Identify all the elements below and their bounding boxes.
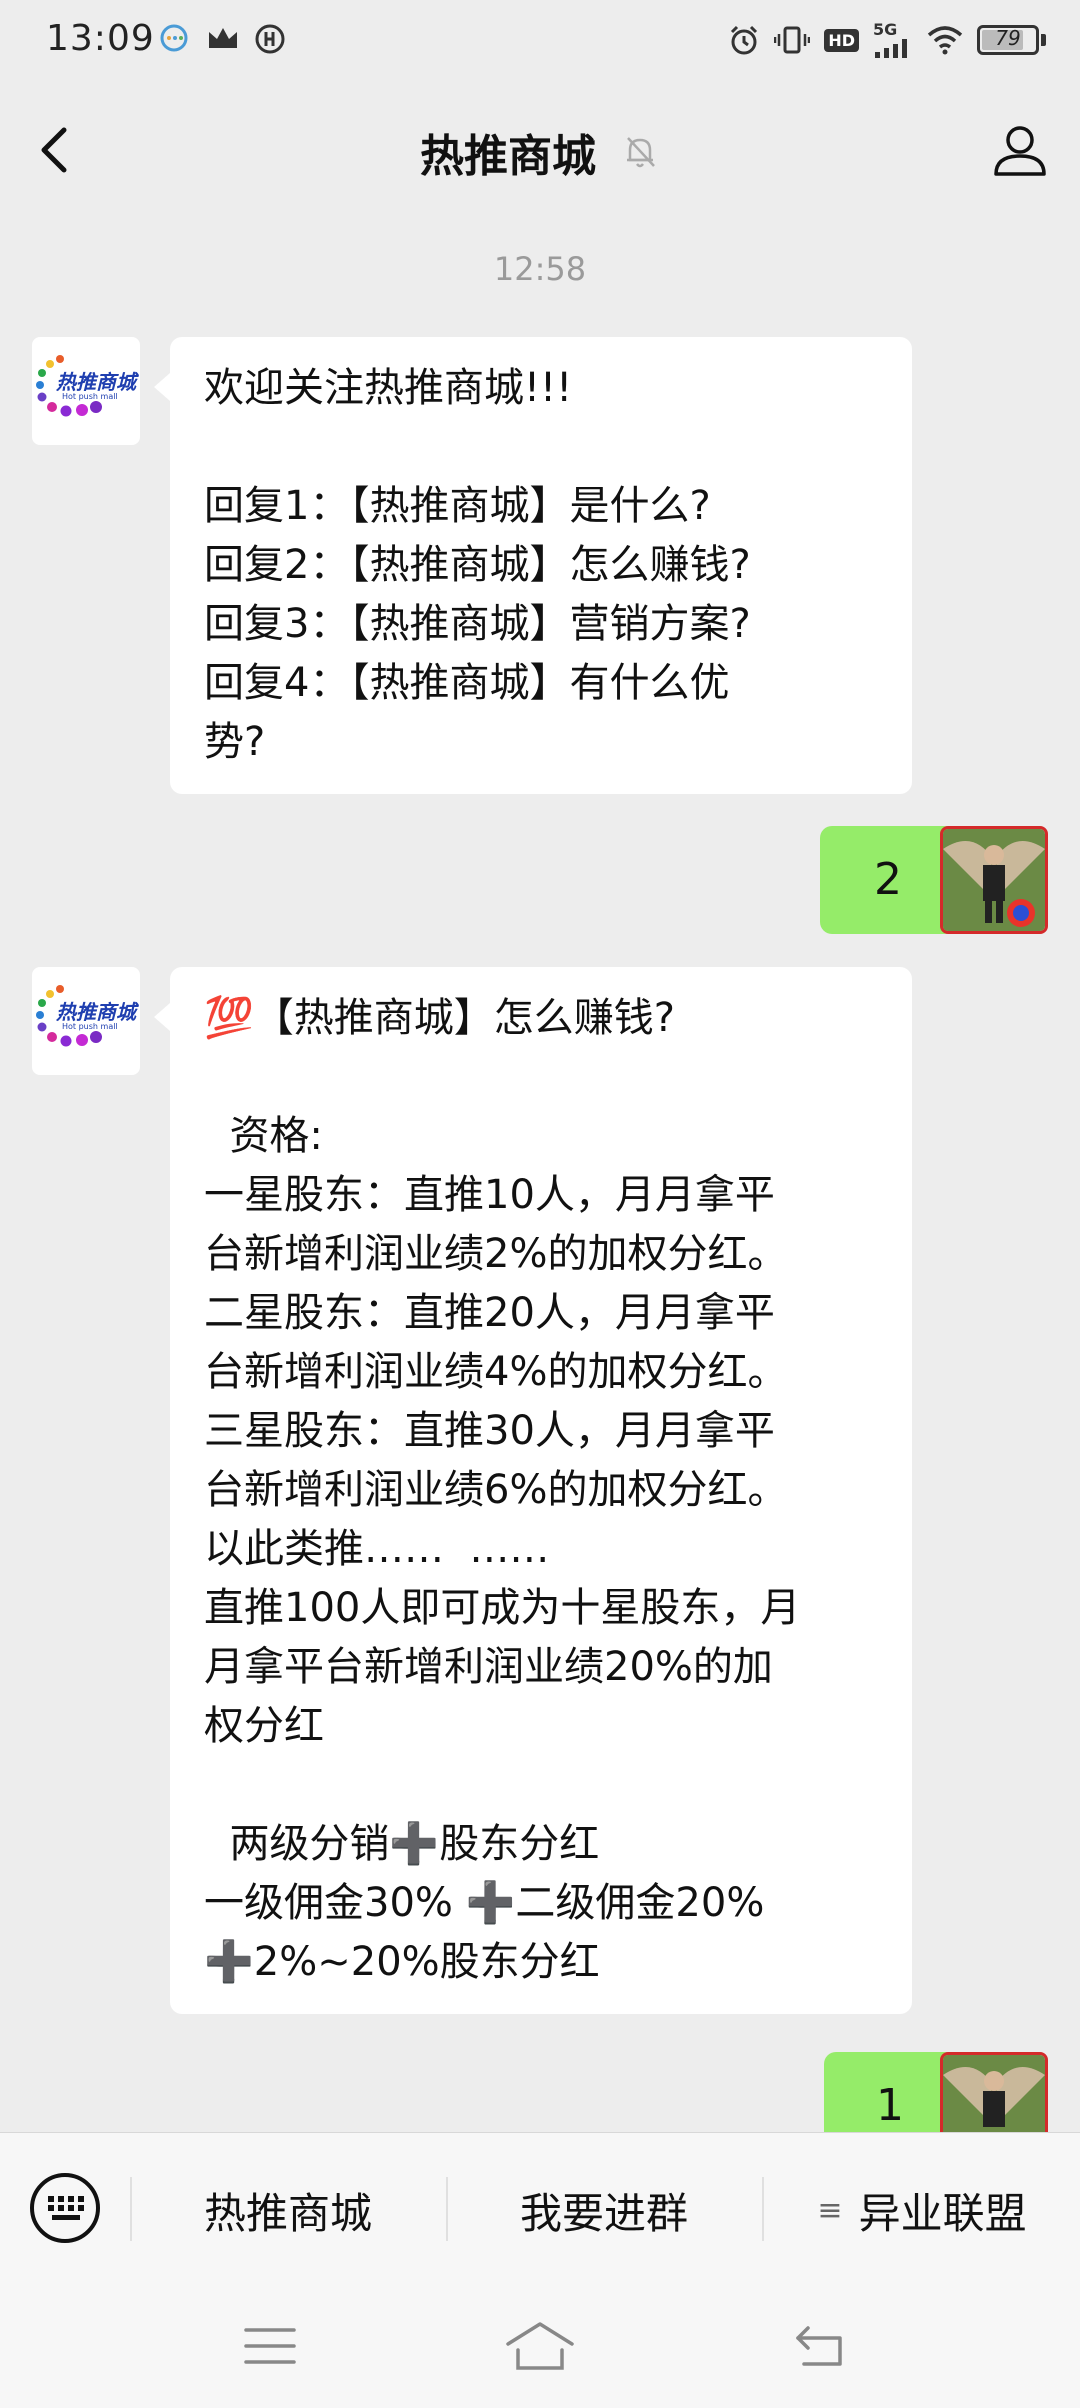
message-line: 以此类推…… …… <box>204 1526 550 1572</box>
back-icon[interactable] <box>790 2318 850 2374</box>
message-line: 权分红 <box>204 1703 324 1749</box>
submenu-icon: ≡ <box>817 2192 843 2228</box>
crown-icon <box>209 28 237 48</box>
menu-icon[interactable] <box>240 2318 300 2374</box>
logo-text: 热推商城 <box>55 370 139 394</box>
message-line: 月拿平台新增利润业绩20%的加 <box>204 1644 773 1690</box>
message-text: 1 <box>876 2080 904 2131</box>
message-line <box>204 1048 878 1107</box>
menu-item-label: 热推商城 <box>203 2188 372 2238</box>
chat-header: 热推商城 <box>0 84 1080 214</box>
message-line: ➕2%~20%股东分红 <box>204 1939 600 1985</box>
message-line: 直推100人即可成为十星股东，月 <box>204 1585 801 1631</box>
message-line <box>204 1756 878 1815</box>
logo-subtext: Hot push mall <box>62 1022 118 1031</box>
network-type: 5G <box>873 20 898 39</box>
message-line: 一星股东：直推10人，月月拿平 <box>204 1172 775 1218</box>
message-line: 台新增利润业绩4%的加权分红。 <box>204 1349 788 1395</box>
message-line: 三星股东：直推30人，月月拿平 <box>204 1408 775 1454</box>
user-avatar[interactable] <box>940 826 1048 934</box>
message-line: 💯【热推商城】怎么赚钱? <box>204 995 676 1041</box>
message-bubble[interactable]: 欢迎关注热推商城!!! 回复1：【热推商城】是什么? 回复2：【热推商城】怎么赚… <box>154 337 912 794</box>
chat-notification-icon <box>160 24 188 52</box>
vibrate-icon <box>774 26 811 54</box>
page-title: 热推商城 <box>420 131 596 182</box>
message-line: 回复4：【热推商城】有什么优 <box>204 660 730 706</box>
message-line: 台新增利润业绩2%的加权分红。 <box>204 1231 788 1277</box>
account-avatar[interactable]: 热推商城 Hot push mall <box>32 967 140 1075</box>
message-line: 回复2：【热推商城】怎么赚钱? <box>204 542 751 588</box>
message-timestamp: 12:58 <box>493 250 587 288</box>
hd-badge: HD <box>824 28 859 52</box>
alarm-icon <box>731 25 758 55</box>
message-line <box>204 418 878 477</box>
wifi-icon <box>927 26 963 55</box>
person-icon[interactable] <box>990 120 1050 180</box>
logo-text: 热推商城 <box>55 1000 139 1024</box>
keyboard-icon[interactable] <box>28 2171 102 2245</box>
message-line: 二星股东：直推20人，月月拿平 <box>204 1290 775 1336</box>
message-line: 资格: <box>204 1113 323 1159</box>
menu-item-label: 异业联盟 <box>858 2188 1027 2238</box>
menu-item-hot-mall[interactable]: 热推商城 <box>132 2133 444 2287</box>
battery-icon: 79 <box>977 25 1046 55</box>
message-line: 回复3：【热推商城】营销方案? <box>204 601 751 647</box>
status-time: 13:09 <box>46 18 155 59</box>
user-message-bubble[interactable]: 2 <box>820 826 972 934</box>
message-line: 欢迎关注热推商城!!! <box>204 365 573 411</box>
message-line: 两级分销➕股东分红 <box>204 1821 600 1867</box>
menu-item-label: 我要进群 <box>519 2188 688 2238</box>
system-nav-bar <box>0 2286 1080 2408</box>
official-account-menu: 热推商城 我要进群 ≡ 异业联盟 <box>0 2132 1080 2287</box>
signal-icon: 5G <box>873 22 913 58</box>
account-avatar[interactable]: 热推商城 Hot push mall <box>32 337 140 445</box>
user-message-bubble[interactable]: 1 <box>824 2052 972 2132</box>
battery-level: 79 <box>995 26 1021 50</box>
menu-item-alliance[interactable]: ≡ 异业联盟 <box>764 2133 1080 2287</box>
message-line: 势? <box>204 719 266 765</box>
message-text: 2 <box>874 854 902 905</box>
logo-subtext: Hot push mall <box>62 392 118 401</box>
home-icon[interactable] <box>504 2318 576 2374</box>
app-status-icon <box>255 24 285 54</box>
status-bar: 13:09 HD 5G 79 <box>0 0 1080 84</box>
message-line: 回复1：【热推商城】是什么? <box>204 483 711 529</box>
message-line: 台新增利润业绩6%的加权分红。 <box>204 1467 788 1513</box>
chat-area[interactable]: 12:58 热推商城 Hot push mall 欢迎关注热推商城!!! 回复1… <box>0 214 1080 2132</box>
message-line: 一级佣金30% ➕二级佣金20% <box>204 1880 765 1926</box>
bell-off-icon <box>627 137 655 168</box>
menu-item-join-group[interactable]: 我要进群 <box>448 2133 760 2287</box>
user-avatar[interactable] <box>940 2052 1048 2132</box>
message-bubble[interactable]: 💯【热推商城】怎么赚钱? 资格: 一星股东：直推10人，月月拿平 台新增利润业绩… <box>154 967 912 2014</box>
